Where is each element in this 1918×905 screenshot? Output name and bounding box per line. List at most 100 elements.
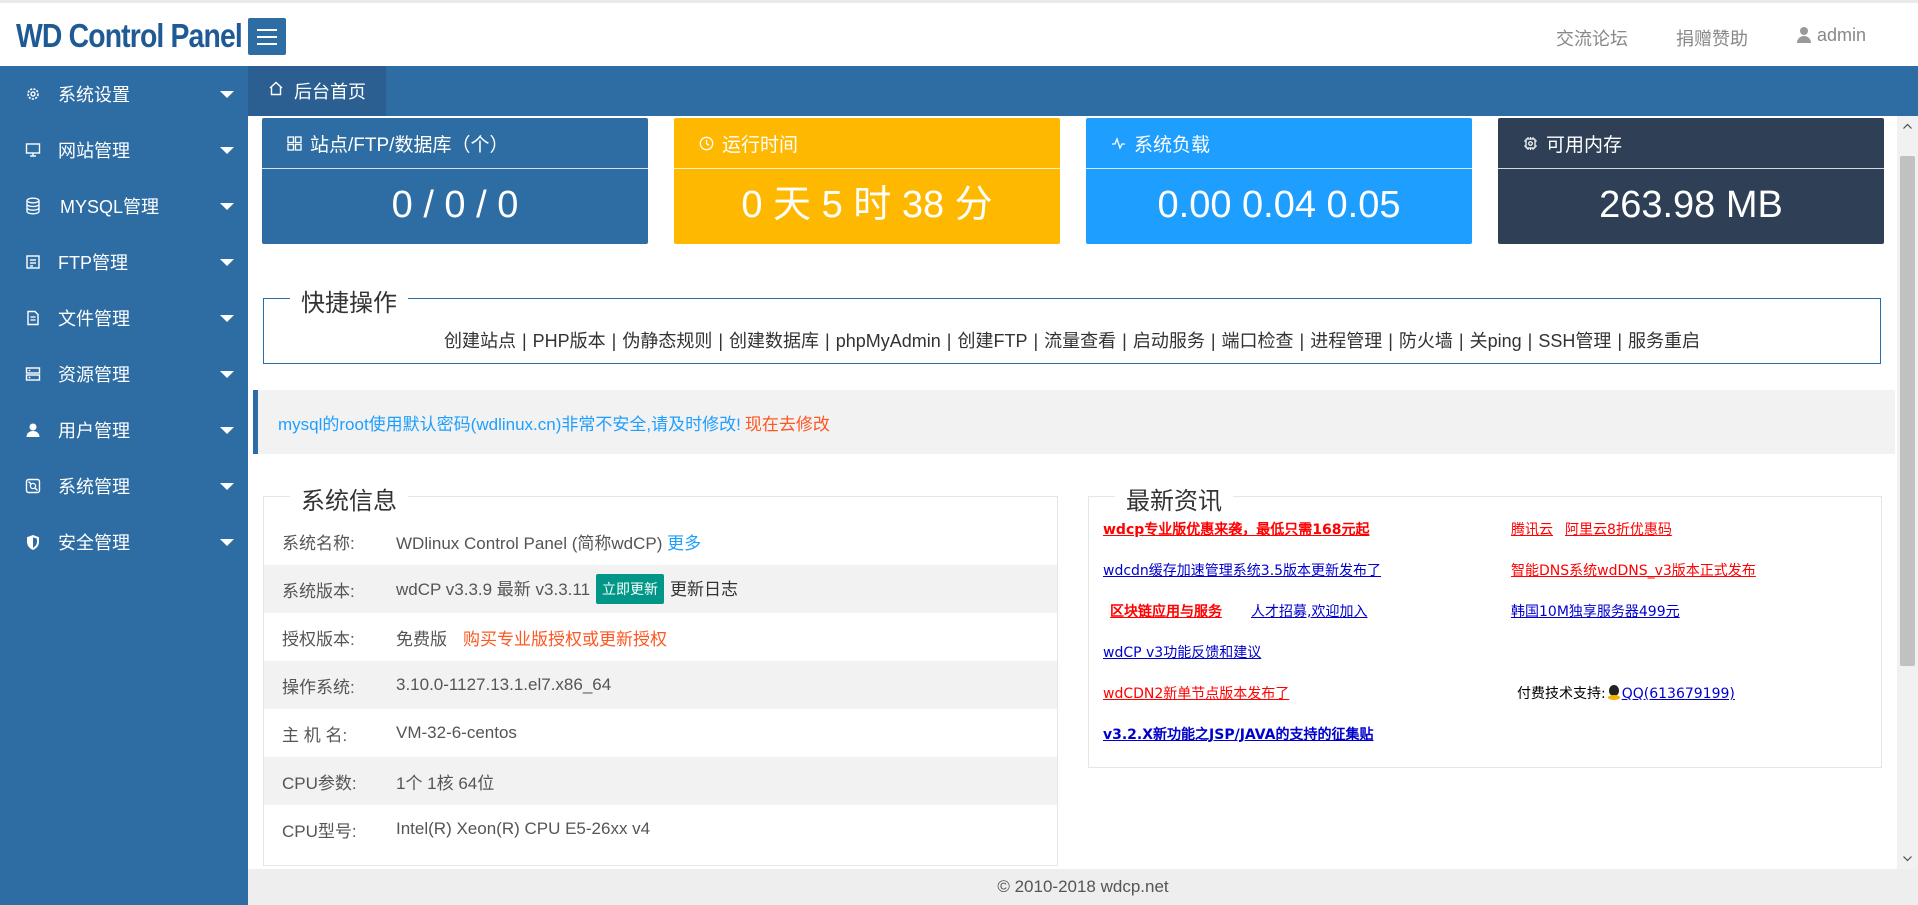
ftp-icon [24,253,42,271]
info-row-hostname: 主 机 名: VM-32-6-centos [264,709,1057,757]
stat-card-memory: 可用内存 263.98 MB [1498,118,1884,244]
stat-card-uptime: 运行时间 0 天 5 时 38 分 [674,118,1060,244]
tab-home[interactable]: 后台首页 [248,66,386,116]
sidebar-item-label: 资源管理 [58,365,130,385]
separator: | [521,331,527,351]
sidebar-item-system-admin[interactable]: 系统管理 [0,458,248,514]
quick-link-create-site[interactable]: 创建站点 [444,331,516,351]
quick-link-rewrite-rules[interactable]: 伪静态规则 [622,331,712,351]
separator: | [718,331,724,351]
donate-link[interactable]: 捐赠赞助 [1676,25,1748,51]
sidebar-item-users[interactable]: 用户管理 [0,402,248,458]
user-menu[interactable]: admin [1797,25,1866,46]
changelog-link[interactable]: 更新日志 [670,580,738,599]
info-key: CPU参数: [282,773,357,793]
menu-toggle-button[interactable] [248,18,286,55]
scroll-up-arrow-icon[interactable] [1897,116,1918,136]
hamburger-line [257,35,277,38]
caret-down-icon [220,427,234,434]
sidebar-item-mysql[interactable]: MYSQL管理 [0,178,248,234]
quick-actions-links: 创建站点 | PHP版本 | 伪静态规则 | 创建数据库 | phpMyAdmin | 创建FTP |… [264,327,1880,353]
caret-down-icon [220,91,234,98]
info-key: 授权版本: [282,629,355,649]
notice-text-wrap: mysql的root使用默认密码(wdlinux.cn)非常不安全,请及时修改!… [278,410,830,435]
notice-message: mysql的root使用默认密码(wdlinux.cn)非常不安全,请及时修改! [278,415,741,434]
news-link-hiring[interactable]: 人才招募,欢迎加入 [1251,601,1367,621]
sidebar-item-label: 网站管理 [58,141,130,161]
gear-icon [24,85,42,103]
info-key: 主 机 名: [282,725,348,745]
news-link-promo[interactable]: wdcp专业版优惠来袭，最低只需168元起 [1103,519,1370,539]
more-link[interactable]: 更多 [667,534,701,553]
card-header: 可用内存 [1498,118,1884,169]
caret-down-icon [220,315,234,322]
main-content: 站点/FTP/数据库（个） 0 / 0 / 0 运行时间 0 天 5 时 38 … [248,116,1895,869]
sidebar-item-label: 系统设置 [58,85,130,105]
quick-link-firewall[interactable]: 防火墙 [1399,331,1453,351]
sidebar-item-security[interactable]: 安全管理 [0,514,248,570]
change-password-link[interactable]: 现在去修改 [745,415,830,434]
card-header: 系统负载 [1086,118,1472,169]
news-link-wdcdn[interactable]: wdcdn缓存加速管理系统3.5版本更新发布了 [1103,560,1381,580]
forum-link[interactable]: 交流论坛 [1556,25,1628,51]
version-value: wdCP v3.3.9 最新 v3.3.11 [396,580,591,599]
user-icon [1797,27,1811,43]
quick-link-port-check[interactable]: 端口检查 [1222,331,1294,351]
quick-link-php-version[interactable]: PHP版本 [533,331,606,351]
user-name: admin [1817,25,1867,45]
card-title: 运行时间 [722,134,799,156]
caret-down-icon [220,203,234,210]
support-label: 付费技术支持: QQ(613679199) [1517,683,1735,703]
scrollbar-thumb[interactable] [1900,156,1915,666]
info-key: CPU型号: [282,821,357,841]
info-key: 系统名称: [282,533,355,553]
info-value: Intel(R) Xeon(R) CPU E5-26xx v4 [396,819,651,838]
news-link-feedback[interactable]: wdCP v3功能反馈和建议 [1103,642,1261,662]
separator: | [1458,331,1464,351]
quick-link-create-database[interactable]: 创建数据库 [729,331,819,351]
quick-link-phpmyadmin[interactable]: phpMyAdmin [836,331,941,351]
info-value: VM-32-6-centos [396,723,517,742]
sidebar-item-label: 系统管理 [58,477,130,497]
update-now-button[interactable]: 立即更新 [596,574,665,604]
vertical-scrollbar[interactable] [1897,116,1918,869]
news-link-dns[interactable]: 智能DNS系统wdDNS_v3版本正式发布 [1511,560,1756,580]
quick-link-ssh-manager[interactable]: SSH管理 [1538,331,1611,351]
news-link-jsp-java[interactable]: v3.2.X新功能之JSP/JAVA的支持的征集贴 [1103,724,1374,744]
clock-icon [699,136,714,151]
top-header: WD Control Panel 交流论坛 捐赠赞助 admin [0,0,1918,66]
sidebar: 系统设置 网站管理 MYSQL管理 FTP管理 文件管理 资源管理 用户管理 系… [0,66,248,905]
sidebar-item-files[interactable]: 文件管理 [0,290,248,346]
quick-link-process-manager[interactable]: 进程管理 [1310,331,1382,351]
separator: | [611,331,617,351]
database-icon [24,197,42,215]
separator: | [1617,331,1623,351]
security-notice: mysql的root使用默认密码(wdlinux.cn)非常不安全,请及时修改!… [253,390,1895,454]
sidebar-item-ftp[interactable]: FTP管理 [0,234,248,290]
card-title: 站点/FTP/数据库（个） [310,134,509,156]
info-value: WDlinux Control Panel (简称wdCP) 更多 [396,529,701,554]
separator: | [1210,331,1216,351]
quick-link-traffic[interactable]: 流量查看 [1044,331,1116,351]
sidebar-item-system-settings[interactable]: 系统设置 [0,66,248,122]
license-value: 免费版 [396,629,447,649]
sidebar-item-resources[interactable]: 资源管理 [0,346,248,402]
card-header: 运行时间 [674,118,1060,169]
quick-link-disable-ping[interactable]: 关ping [1470,331,1522,351]
system-info-panel: 系统信息 系统名称: WDlinux Control Panel (简称wdCP… [263,481,1058,866]
news-link-blockchain[interactable]: 区块链应用与服务 [1110,601,1222,621]
sidebar-item-website[interactable]: 网站管理 [0,122,248,178]
file-icon [24,309,42,327]
news-link-aliyun[interactable]: 阿里云8折优惠码 [1565,519,1672,539]
scroll-down-arrow-icon[interactable] [1897,849,1918,869]
buy-license-link[interactable]: 购买专业版授权或更新授权 [463,630,667,649]
qq-icon [1607,685,1621,701]
news-link-wdcdn2[interactable]: wdCDN2新单节点版本发布了 [1103,683,1289,703]
news-link-tencent[interactable]: 腾讯云 [1511,519,1553,539]
news-link-korea-server[interactable]: 韩国10M独享服务器499元 [1511,601,1680,621]
quick-link-start-service[interactable]: 启动服务 [1133,331,1205,351]
quick-link-create-ftp[interactable]: 创建FTP [957,331,1027,351]
support-qq-link[interactable]: QQ(613679199) [1622,686,1735,702]
quick-link-restart-service[interactable]: 服务重启 [1628,331,1700,351]
card-title: 可用内存 [1546,134,1623,156]
